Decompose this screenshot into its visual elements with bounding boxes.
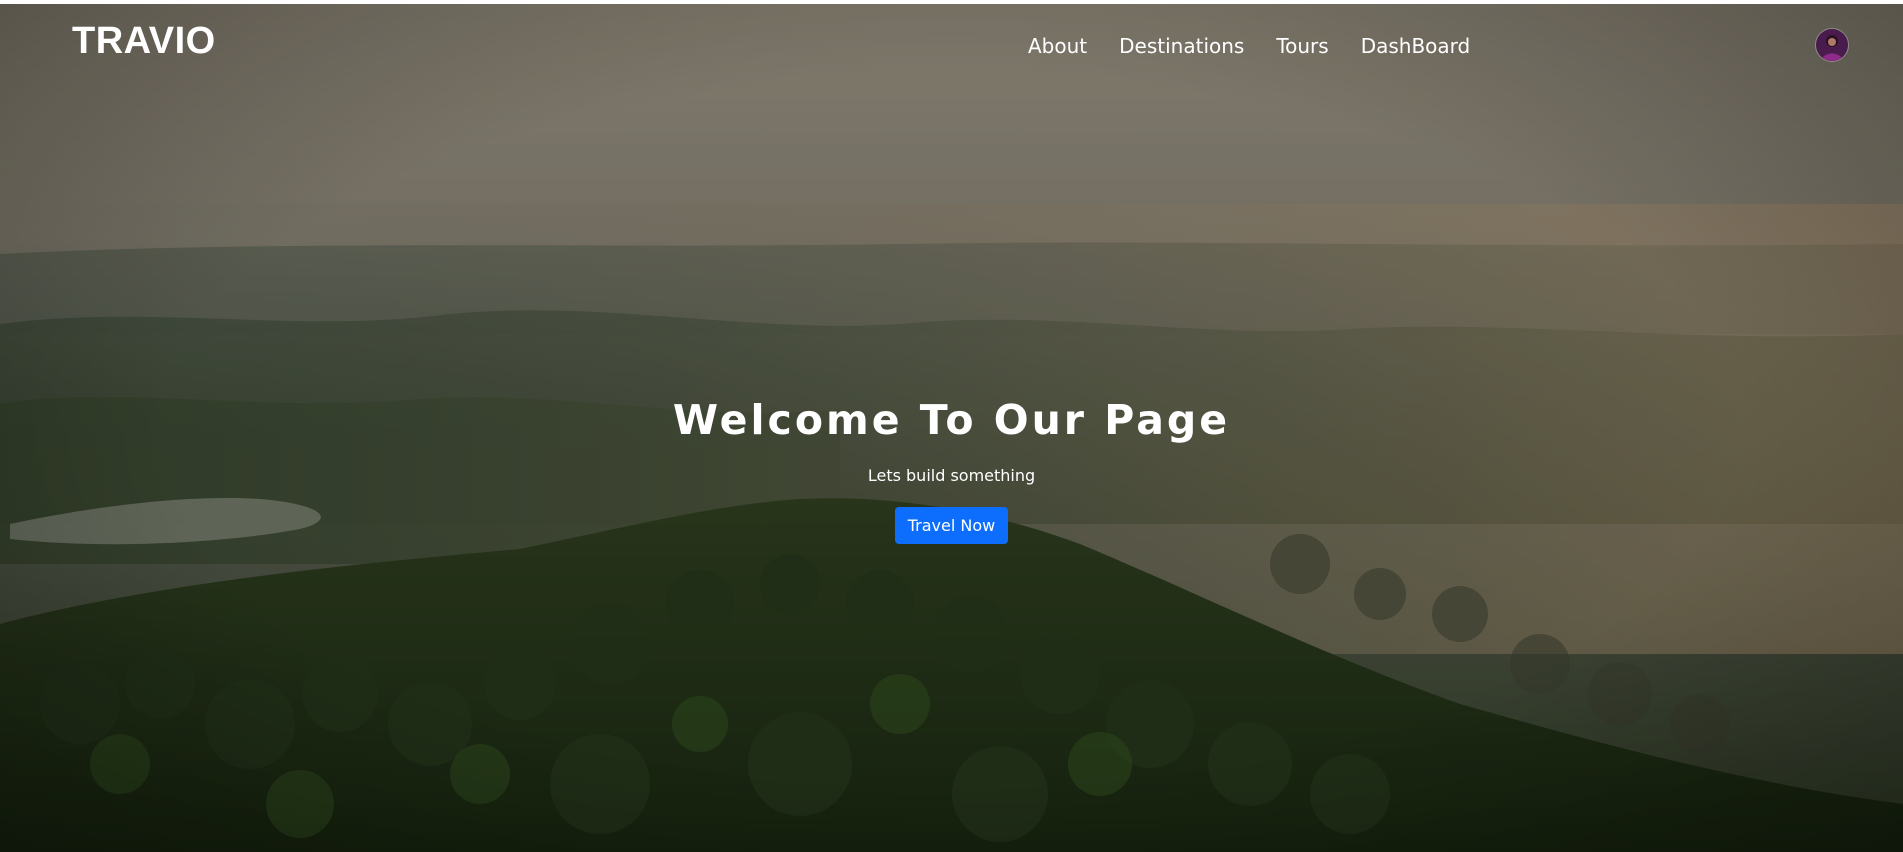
user-avatar-icon[interactable] [1815,28,1849,62]
nav-item-tours[interactable]: Tours [1260,34,1344,58]
navbar: TRAVIO About Destinations Tours DashBoar… [0,4,1903,88]
hero-title: Welcome To Our Page [672,396,1231,444]
travel-now-button[interactable]: Travel Now [894,507,1009,544]
nav-menu: About Destinations Tours DashBoard [1012,34,1486,58]
nav-item-about[interactable]: About [1012,34,1103,58]
brand-logo[interactable]: TRAVIO [72,20,216,63]
avatar-image [1816,29,1848,61]
nav-item-dashboard[interactable]: DashBoard [1345,34,1487,58]
nav-item-destinations[interactable]: Destinations [1103,34,1260,58]
hero-content: Welcome To Our Page Lets build something… [0,396,1903,544]
hero-section: TRAVIO About Destinations Tours DashBoar… [0,4,1903,852]
hero-subtitle: Lets build something [867,466,1036,485]
